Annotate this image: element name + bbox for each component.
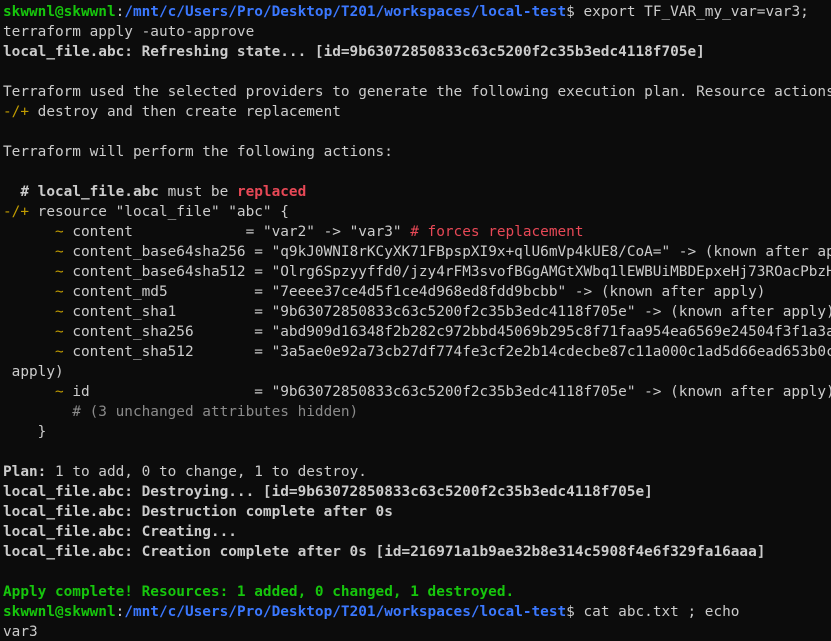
prompt-user: skwwnl@skwwnl [3,4,116,20]
attr-value: "3a5ae0e92a73cb27df774fe3cf2e2b14cdecbe8… [271,344,831,360]
legend-line: -/+ destroy and then create replacement [3,102,831,122]
change-symbol: ~ [54,264,64,280]
change-symbol: ~ [54,244,64,260]
attr-value: "Olrg6Spzyyffd0/jzy4rFM3svofBGgAMGtXWbq1… [271,264,831,280]
will-perform: Terraform will perform the following act… [3,144,393,160]
attr-row: ~ content_base64sha256 = "q9kJ0WNI8rKCyX… [3,242,831,262]
attr-row: ~ content_sha1 = "9b63072850833c63c5200f… [3,302,831,322]
resource-hash: # [3,184,38,200]
close-brace: } [3,424,47,440]
attr-name: content_sha512 = [63,344,272,360]
plan-label: Plan: [3,464,47,480]
terminal-window[interactable]: skwwnl@skwwnl:/mnt/c/Users/Pro/Desktop/T… [0,0,831,641]
attr-value: "7eeee37ce4d5f1ce4d968ed8fdd9bcbb" -> (k… [271,284,766,300]
attr-value: "9b63072850833c63c5200f2c35b3edc4118f705… [271,384,831,400]
plan-text: 1 to add, 0 to change, 1 to destroy. [46,464,367,480]
unchanged-note: # (3 unchanged attributes hidden) [3,404,359,420]
attr-row: ~ content_sha512 = "3a5ae0e92a73cb27df77… [3,342,831,362]
prompt-user: skwwnl@skwwnl [3,604,116,620]
attr-name: id = [63,384,272,400]
command-text: export TF_VAR_my_var=var3; [574,4,809,20]
prompt-line: skwwnl@skwwnl:/mnt/c/Users/Pro/Desktop/T… [3,2,831,22]
log-line: local_file.abc: Creation complete after … [3,544,766,560]
replaced-label: replaced [236,184,307,200]
attr-name: content_sha256 = [63,324,272,340]
resource-name: local_file.abc [37,184,159,200]
attr-row: ~ content_sha256 = "abd909d16348f2b282c9… [3,322,831,342]
attr-value: "var2" -> "var3" [262,224,402,240]
change-symbol: ~ [54,284,64,300]
prompt-path: /mnt/c/Users/Pro/Desktop/T201/workspaces… [124,604,567,620]
attr-name: content_md5 = [63,284,272,300]
attr-row: ~ content_base64sha512 = "Olrg6Spzyyffd0… [3,262,831,282]
plan-summary: Plan: 1 to add, 0 to change, 1 to destro… [3,462,831,482]
prompt-symbol: $ [566,604,575,620]
resource-must: must be [158,184,237,200]
refresh-line: local_file.abc: Refreshing state... [id=… [3,44,705,60]
replace-symbol: -/+ [3,204,29,220]
attr-row: ~ id = "9b63072850833c63c5200f2c35b3edc4… [3,382,831,402]
prompt-path: /mnt/c/Users/Pro/Desktop/T201/workspaces… [124,4,567,20]
legend-text: destroy and then create replacement [29,104,341,120]
command-continuation: terraform apply -auto-approve [3,24,255,40]
log-line: local_file.abc: Creating... [3,524,237,540]
change-symbol: ~ [54,304,64,320]
log-line: local_file.abc: Destruction complete aft… [3,504,393,520]
legend-symbol: -/+ [3,104,29,120]
plan-intro: Terraform used the selected providers to… [3,84,831,100]
attr-value: "9b63072850833c63c5200f2c35b3edc4118f705… [271,304,831,320]
attr-name: content = [63,224,263,240]
prompt-sep: : [115,604,125,620]
change-symbol: ~ [54,384,64,400]
prompt-line: skwwnl@skwwnl:/mnt/c/Users/Pro/Desktop/T… [3,602,831,622]
prompt-sep: : [115,4,125,20]
wrapped-text: apply) [3,364,64,380]
change-symbol: ~ [54,324,64,340]
attr-row: ~ content = "var2" -> "var3" # forces re… [3,222,831,242]
prompt-symbol: $ [566,4,575,20]
attr-name: content_base64sha512 = [63,264,272,280]
attr-value: "abd909d16348f2b282c972bbd45069b295c8f71… [271,324,831,340]
change-symbol: ~ [54,344,64,360]
log-line: local_file.abc: Destroying... [id=9b6307… [3,484,653,500]
resource-open-text: resource "local_file" "abc" { [29,204,289,220]
command-text: cat abc.txt ; echo [574,604,740,620]
attr-name: content_sha1 = [63,304,272,320]
attr-name: content_base64sha256 = [63,244,272,260]
command-output: var3 [3,624,38,640]
apply-complete: Apply complete! Resources: 1 added, 0 ch… [3,584,515,600]
resource-open: -/+ resource "local_file" "abc" { [3,202,831,222]
change-symbol: ~ [54,224,64,240]
forces-note: # forces replacement [401,224,584,240]
resource-header: # local_file.abc must be replaced [3,182,831,202]
attr-value: "q9kJ0WNI8rKCyXK71FBpspXI9x+qlU6mVp4kUE8… [271,244,831,260]
attr-row: ~ content_md5 = "7eeee37ce4d5f1ce4d968ed… [3,282,831,302]
